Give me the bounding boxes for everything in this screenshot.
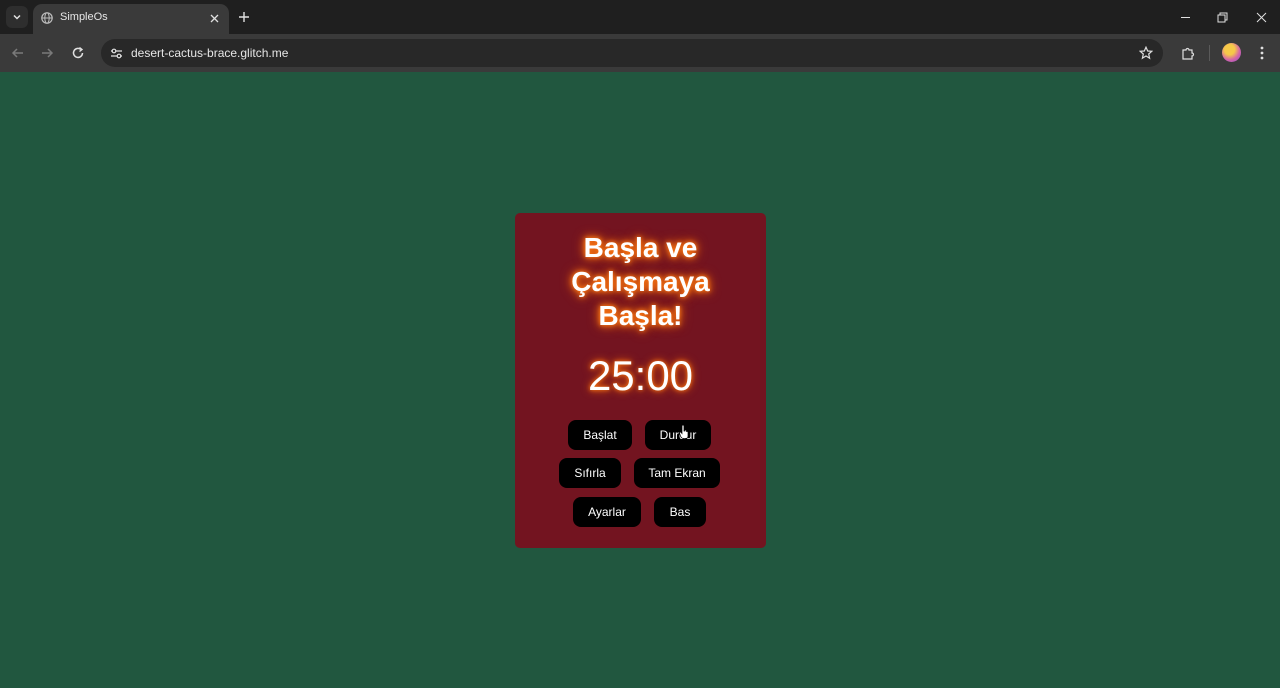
press-button[interactable]: Bas bbox=[654, 497, 706, 527]
arrow-left-icon bbox=[11, 48, 23, 58]
chevron-down-icon bbox=[13, 14, 21, 20]
tab-strip: SimpleOs bbox=[0, 0, 1280, 34]
arrow-right-icon bbox=[42, 48, 54, 58]
kebab-menu-icon bbox=[1260, 46, 1264, 60]
back-button[interactable] bbox=[8, 43, 28, 63]
fullscreen-button[interactable]: Tam Ekran bbox=[634, 458, 720, 488]
globe-icon bbox=[41, 12, 53, 24]
minimize-button[interactable] bbox=[1174, 6, 1196, 28]
settings-button[interactable]: Ayarlar bbox=[573, 497, 641, 527]
tab-title: SimpleOs bbox=[60, 11, 108, 23]
close-icon bbox=[210, 14, 218, 22]
timer-display: 25:00 bbox=[587, 352, 694, 399]
active-tab[interactable]: SimpleOs bbox=[33, 4, 229, 34]
puzzle-icon bbox=[1181, 47, 1194, 60]
reload-icon bbox=[72, 46, 84, 59]
tune-icon bbox=[110, 48, 122, 58]
close-icon bbox=[1256, 12, 1266, 22]
browser-menu-button[interactable] bbox=[1252, 43, 1272, 63]
title-line-3: Başla! bbox=[598, 300, 683, 331]
toolbar-divider bbox=[1209, 45, 1210, 61]
extensions-button[interactable] bbox=[1178, 43, 1198, 63]
minimize-icon bbox=[1180, 16, 1190, 18]
avatar[interactable] bbox=[1222, 43, 1241, 62]
url-text: desert-cactus-brace.glitch.me bbox=[131, 46, 289, 60]
start-button[interactable]: Başlat bbox=[568, 420, 632, 450]
bookmark-button[interactable] bbox=[1138, 45, 1154, 61]
pomodoro-card: Başla ve Çalışmaya Başla! 25:00 bbox=[515, 213, 766, 548]
stop-button[interactable]: Durdur bbox=[645, 420, 711, 450]
reset-button[interactable]: Sıfırla bbox=[559, 458, 621, 488]
new-tab-button[interactable] bbox=[235, 8, 253, 26]
title-line-1: Başla ve bbox=[583, 232, 698, 263]
hand-cursor-icon bbox=[679, 425, 689, 439]
page-title: Başla ve Çalışmaya Başla! bbox=[515, 231, 766, 333]
star-icon bbox=[1139, 46, 1153, 60]
restore-icon bbox=[1217, 12, 1227, 22]
forward-button[interactable] bbox=[37, 43, 57, 63]
restore-button[interactable] bbox=[1211, 6, 1233, 28]
browser-toolbar: desert-cactus-brace.glitch.me bbox=[0, 34, 1280, 72]
plus-icon bbox=[239, 12, 249, 22]
reload-button[interactable] bbox=[68, 43, 88, 63]
close-window-button[interactable] bbox=[1250, 6, 1272, 28]
tab-search-button[interactable] bbox=[6, 6, 28, 28]
address-bar[interactable]: desert-cactus-brace.glitch.me bbox=[101, 39, 1163, 67]
title-line-2: Çalışmaya bbox=[571, 266, 710, 297]
tab-close-button[interactable] bbox=[207, 11, 221, 25]
site-info-button[interactable] bbox=[108, 45, 124, 61]
